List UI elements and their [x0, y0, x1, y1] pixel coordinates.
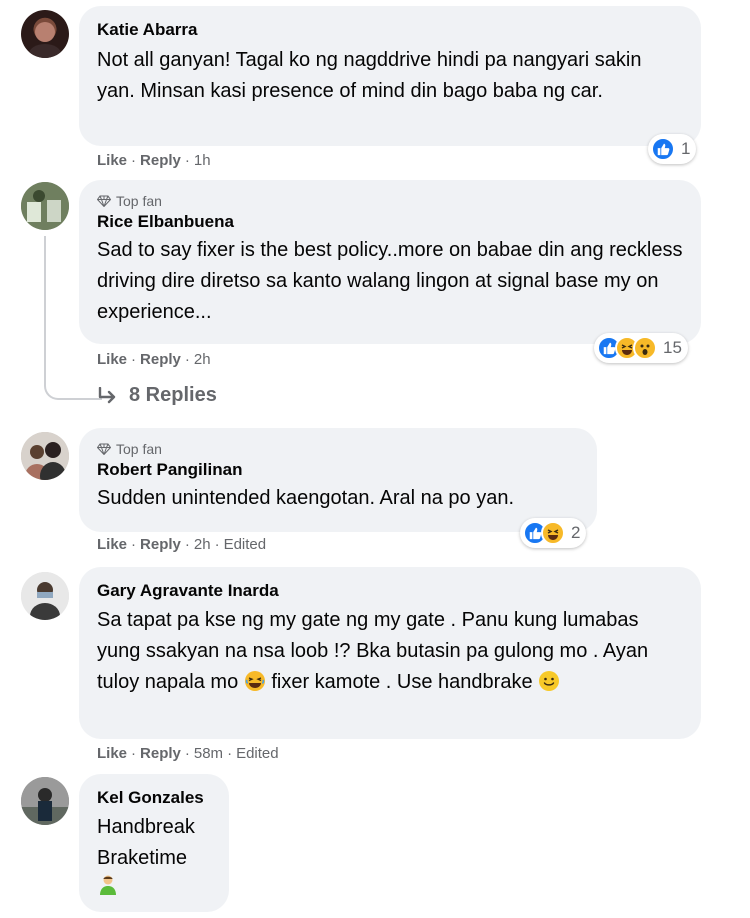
comment-bubble: Top fan Rice Elbanbuena Sad to say fixer… — [79, 180, 701, 344]
smile-emoji-icon — [538, 670, 560, 702]
avatar-image — [21, 182, 69, 230]
comment-actions: Like · Reply · 1h — [97, 152, 211, 169]
avatar-image — [21, 432, 69, 480]
view-replies-button[interactable]: 8 Replies — [97, 384, 217, 407]
comment-text: Sudden unintended kaengotan. Aral na po … — [97, 487, 515, 509]
comment-time[interactable]: 1h — [194, 152, 211, 169]
top-fan-label: Top fan — [116, 193, 162, 209]
top-fan-label: Top fan — [116, 441, 162, 457]
commenter-name[interactable]: Rice Elbanbuena — [97, 212, 683, 232]
avatar[interactable] — [21, 572, 69, 620]
comment-bubble: Kel Gonzales Handbreak Braketime — [79, 774, 229, 912]
avatar[interactable] — [21, 182, 69, 230]
reply-button[interactable]: Reply — [140, 152, 181, 169]
reaction-count: 1 — [681, 139, 691, 158]
commenter-name[interactable]: Gary Agravante Inarda — [97, 581, 683, 601]
comment-text-part: fixer kamote . Use handbrake — [271, 671, 533, 693]
comment-actions: Like · Reply · 58m · Edited — [97, 745, 279, 762]
comment-time[interactable]: 2h — [194, 536, 211, 553]
diamond-icon — [97, 443, 111, 455]
like-button[interactable]: Like — [97, 152, 127, 169]
wow-reaction-icon — [633, 336, 657, 360]
avatar[interactable] — [21, 10, 69, 58]
reaction-count: 2 — [571, 523, 581, 542]
commenter-name[interactable]: Katie Abarra — [97, 20, 683, 40]
reactions-badge[interactable]: 15 — [594, 333, 688, 363]
comment-time[interactable]: 58m — [194, 745, 223, 762]
like-button[interactable]: Like — [97, 351, 127, 368]
reactions-badge[interactable]: 2 — [520, 518, 587, 548]
comment-time[interactable]: 2h — [194, 351, 211, 368]
comment-text: Sa tapat pa kse ng my gate ng my gate . … — [97, 605, 683, 702]
comment-text: Handbreak Braketime — [97, 812, 211, 900]
like-button[interactable]: Like — [97, 745, 127, 762]
comment-text-line: Braketime — [97, 847, 188, 869]
avatar-image — [29, 22, 61, 58]
comment-actions: Like · Reply · 2h — [97, 351, 211, 368]
laughing-emoji-icon — [244, 670, 266, 702]
top-fan-badge[interactable]: Top fan — [97, 192, 683, 210]
avatar-image — [21, 572, 69, 620]
reply-button[interactable]: Reply — [140, 745, 181, 762]
avatar-image — [21, 777, 69, 825]
comment-actions: Like · Reply · 2h · Edited — [97, 536, 267, 553]
comment-bubble: Top fan Robert Pangilinan Sudden uninten… — [79, 428, 597, 532]
reactions-badge[interactable]: 1 — [648, 134, 697, 164]
reply-arrow-icon — [98, 386, 116, 403]
comment-bubble: Katie Abarra Not all ganyan! Tagal ko ng… — [79, 6, 701, 146]
replies-label: 8 Replies — [129, 384, 217, 406]
edited-label: Edited — [236, 745, 279, 762]
top-fan-badge[interactable]: Top fan — [97, 440, 579, 458]
edited-label: Edited — [223, 536, 267, 553]
reaction-count: 15 — [663, 338, 682, 357]
avatar[interactable] — [21, 432, 69, 480]
person-emoji-icon — [97, 874, 211, 900]
comment-text: Sad to say fixer is the best policy..mor… — [97, 239, 683, 323]
comment-text: Not all ganyan! Tagal ko ng nagddrive hi… — [97, 49, 642, 102]
comment-bubble: Gary Agravante Inarda Sa tapat pa kse ng… — [79, 567, 701, 739]
reply-button[interactable]: Reply — [140, 351, 181, 368]
diamond-icon — [97, 195, 111, 207]
avatar[interactable] — [21, 777, 69, 825]
reply-button[interactable]: Reply — [140, 536, 181, 553]
comment-text-line: Handbreak — [97, 816, 195, 838]
commenter-name[interactable]: Robert Pangilinan — [97, 460, 579, 480]
like-reaction-icon — [651, 137, 675, 161]
like-button[interactable]: Like — [97, 536, 127, 553]
haha-reaction-icon — [541, 521, 565, 545]
commenter-name[interactable]: Kel Gonzales — [97, 788, 211, 808]
